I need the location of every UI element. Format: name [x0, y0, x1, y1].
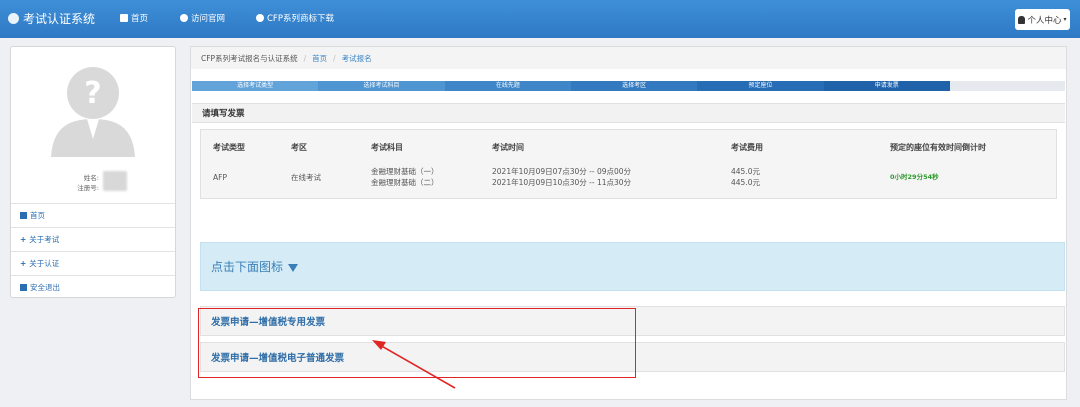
lock-icon: [20, 284, 27, 291]
step-label: 在线先题: [495, 82, 520, 89]
name-label: 姓名:: [83, 174, 99, 182]
invoice-special-vat-button[interactable]: 发票申请—增值税专用发票: [200, 306, 1065, 336]
sidebar-item-label: 首页: [30, 211, 45, 220]
section-title: 请填写发票: [192, 103, 1065, 123]
sidebar-menu: 首页 + 关于考试 + 关于认证 安全退出: [11, 203, 175, 299]
invoice-option-label: 发票申请—增值税电子普通发票: [211, 353, 345, 364]
app-brand[interactable]: 考试认证系统: [8, 10, 95, 27]
table-header: 预定的座位有效时间倒计时: [890, 143, 986, 152]
step-label: 选择考试科目: [363, 82, 400, 89]
time-item: 2021年10月09日10点30分 -- 11点30分: [492, 178, 632, 187]
nav-official-site-label: 访问官网: [191, 14, 226, 24]
home-icon: [20, 212, 27, 219]
cell-fees: 445.0元 445.0元: [731, 166, 760, 188]
avatar: ?: [51, 67, 135, 157]
breadcrumb-separator: /: [333, 53, 336, 63]
app-title: 考试认证系统: [23, 12, 96, 26]
fee-item: 445.0元: [731, 167, 760, 176]
top-navbar: 考试认证系统 首页 访问官网 CFP系列商标下载 个人中心 ▾: [0, 0, 1080, 38]
breadcrumb-current: 考试报名: [341, 53, 372, 63]
invoice-option-label: 发票申请—增值税专用发票: [211, 317, 326, 328]
step-select-area: 选择考区: [570, 81, 698, 91]
caret-down-icon: ▾: [1063, 16, 1067, 23]
svg-text:?: ?: [84, 76, 101, 111]
arrow-down-icon: [288, 263, 299, 272]
step-select-subject: 选择考试科目: [318, 81, 445, 91]
user-center-label: 个人中心: [1027, 15, 1062, 26]
subject-item: 金融理财基础（二）: [371, 178, 439, 187]
nav-official-site[interactable]: 访问官网: [180, 12, 225, 24]
time-item: 2021年10月09日07点30分 -- 09点00分: [492, 167, 632, 176]
sidebar-item-label: 关于认证: [29, 259, 60, 268]
sidebar-item-home[interactable]: 首页: [11, 203, 175, 227]
sidebar-item-label: 安全退出: [30, 283, 60, 292]
sidebar-item-about-certification[interactable]: + 关于认证: [11, 251, 175, 275]
invoice-electronic-vat-button[interactable]: 发票申请—增值税电子普通发票: [200, 342, 1065, 372]
logo-icon: [8, 13, 19, 24]
cell-times: 2021年10月09日07点30分 -- 09点00分 2021年10月09日1…: [492, 166, 631, 188]
table-header: 考试类型: [213, 143, 245, 152]
step-select-exam-type: 选择考试类型: [192, 81, 319, 91]
progress-remaining: [950, 81, 1065, 91]
hint-banner: 点击下面图标: [200, 242, 1065, 291]
seat-countdown: 0小时29分54秒: [890, 173, 939, 181]
breadcrumb-separator: /: [303, 53, 307, 63]
step-label: 选择考试类型: [237, 82, 274, 89]
step-label: 选择考区: [622, 82, 647, 89]
step-label: 申请发票: [874, 82, 899, 89]
sidebar-item-logout[interactable]: 安全退出: [11, 275, 175, 299]
redacted-user-info: [103, 171, 127, 191]
table-header: 考区: [291, 143, 307, 152]
exam-summary-table: 考试类型 考区 考试科目 考试时间 考试费用 预定的座位有效时间倒计时 AFP …: [200, 129, 1057, 199]
cell-exam-area: 在线考试: [291, 173, 321, 182]
fee-item: 445.0元: [731, 178, 760, 187]
step-reserve-seat: 预定座位: [697, 81, 824, 91]
user-icon: [1018, 15, 1026, 24]
main-panel: CFP系列考试报名与认证系统 / 首页 / 考试报名 选择考试类型 选择考试科目…: [190, 46, 1067, 400]
table-header: 考试时间: [492, 143, 524, 152]
progress-steps: 选择考试类型 选择考试科目 在线先题 选择考区 预定座位 申请发票: [192, 81, 950, 91]
nav-home[interactable]: 首页: [120, 12, 148, 24]
globe-icon: [180, 14, 188, 22]
user-center-button[interactable]: 个人中心 ▾: [1015, 9, 1070, 30]
step-apply-invoice: 申请发票: [823, 81, 950, 91]
breadcrumb: CFP系列考试报名与认证系统 / 首页 / 考试报名: [191, 47, 1066, 69]
nav-trademark-download-label: CFP系列商标下载: [267, 14, 334, 24]
sidebar-item-about-exam[interactable]: + 关于考试: [11, 227, 175, 251]
table-header: 考试科目: [371, 143, 403, 152]
user-info-labels: 姓名: 注册号:: [69, 173, 99, 193]
plus-icon: +: [20, 259, 27, 268]
hint-text: 点击下面图标: [211, 260, 284, 274]
breadcrumb-home[interactable]: 首页: [312, 53, 327, 64]
step-label: 预定座位: [748, 82, 773, 89]
nav-trademark-download[interactable]: CFP系列商标下载: [256, 12, 334, 24]
cell-subjects: 金融理财基础（一） 金融理财基础（二）: [371, 166, 439, 188]
step-online-questions: 在线先题: [444, 81, 571, 91]
copyright-icon: [256, 14, 264, 22]
cell-exam-type: AFP: [213, 173, 227, 182]
sidebar-item-label: 关于考试: [29, 235, 60, 244]
breadcrumb-root: CFP系列考试报名与认证系统: [201, 53, 298, 63]
plus-icon: +: [20, 235, 27, 244]
id-label: 注册号:: [77, 184, 99, 192]
table-header: 考试费用: [731, 143, 763, 152]
subject-item: 金融理财基础（一）: [371, 167, 439, 176]
nav-home-label: 首页: [131, 14, 149, 24]
home-icon: [120, 14, 128, 22]
sidebar: ? 姓名: 注册号: 首页 + 关于考试 + 关于认证 安全退出: [10, 46, 176, 298]
